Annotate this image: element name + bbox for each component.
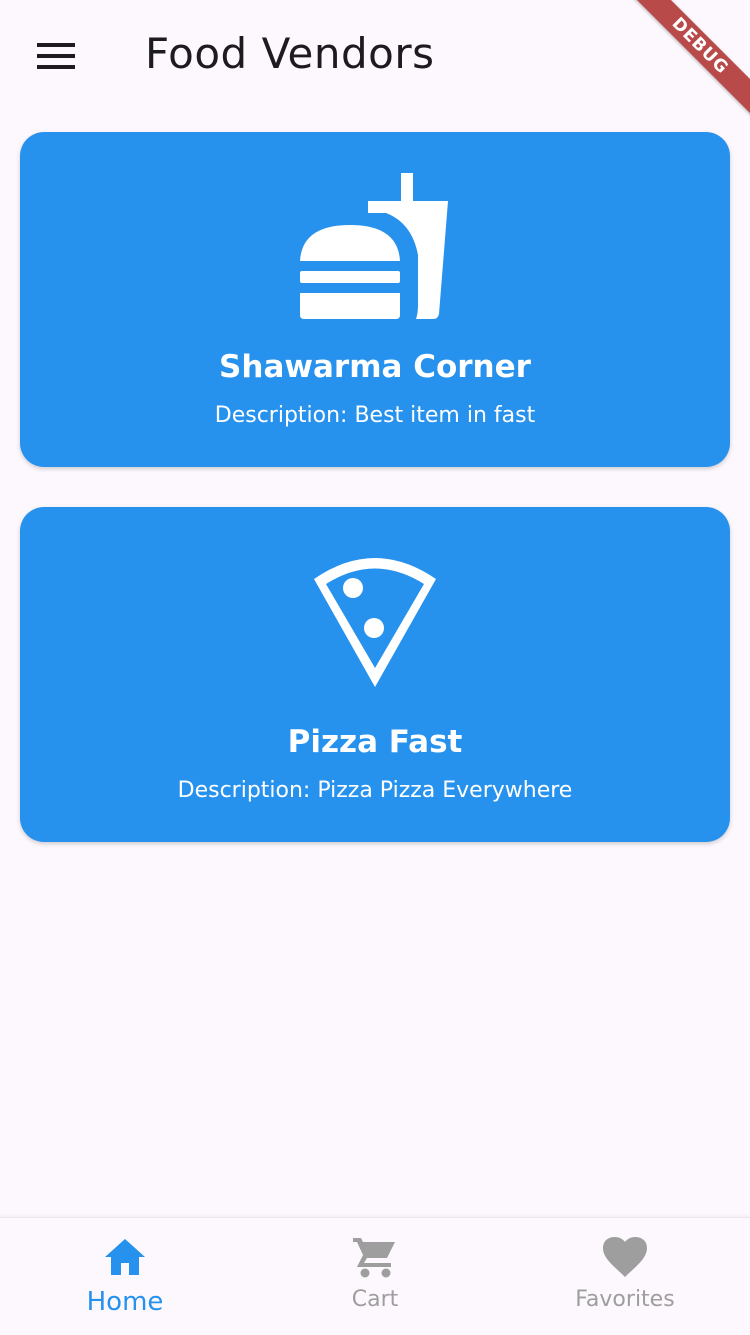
menu-icon	[37, 43, 75, 69]
debug-label: DEBUG	[620, 0, 750, 126]
vendor-name: Pizza Fast	[287, 724, 463, 760]
home-icon	[0, 1236, 250, 1278]
nav-item-favorites[interactable]: Favorites	[500, 1218, 750, 1335]
vendor-name: Shawarma Corner	[219, 349, 531, 385]
pizza-slice-icon	[20, 545, 730, 701]
menu-button[interactable]	[20, 20, 92, 92]
heart-icon	[500, 1236, 750, 1278]
vendor-card-shawarma-corner[interactable]: Shawarma Corner Description: Best item i…	[20, 132, 730, 467]
cart-icon	[250, 1236, 500, 1278]
nav-item-cart[interactable]: Cart	[250, 1218, 500, 1335]
fastfood-icon	[20, 170, 730, 326]
nav-label-home: Home	[86, 1287, 164, 1317]
nav-label-favorites: Favorites	[575, 1287, 675, 1312]
debug-banner: DEBUG	[620, 0, 750, 130]
nav-item-home[interactable]: Home	[0, 1218, 250, 1335]
page-title: Food Vendors	[145, 29, 435, 78]
vendor-description: Description: Pizza Pizza Everywhere	[177, 778, 573, 803]
vendor-card-pizza-fast[interactable]: Pizza Fast Description: Pizza Pizza Ever…	[20, 507, 730, 842]
vendor-description: Description: Best item in fast	[214, 403, 536, 428]
nav-label-cart: Cart	[351, 1287, 399, 1312]
bottom-navigation: Home Cart Favorites	[0, 1217, 750, 1335]
